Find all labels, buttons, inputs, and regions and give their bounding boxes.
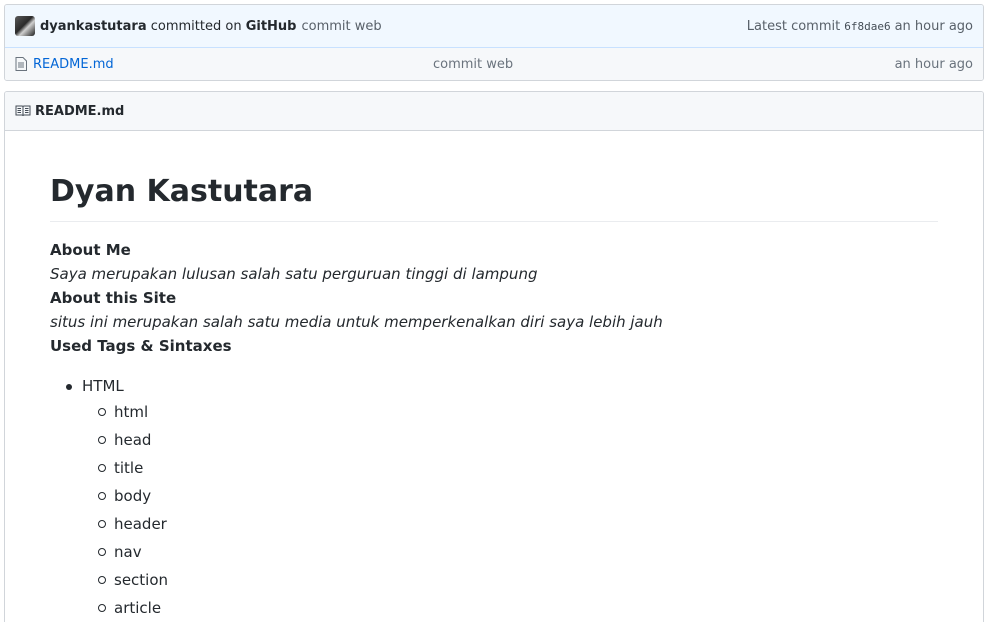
list-item: html [98, 398, 938, 426]
list-item: article [98, 594, 938, 622]
list-item: head [98, 426, 938, 454]
about-me-text: Saya merupakan lulusan salah satu pergur… [50, 264, 538, 283]
file-commit-message-link[interactable]: commit web [433, 57, 895, 72]
list-item: nav [98, 538, 938, 566]
commit-age: an hour ago [894, 18, 973, 34]
about-site-title: About this Site [50, 288, 177, 307]
file-name-link[interactable]: README.md [33, 57, 433, 72]
list-item: title [98, 454, 938, 482]
commit-sha-link[interactable]: 6f8dae6 [844, 20, 890, 33]
commit-action-text: committed on [150, 18, 242, 34]
commit-panel: dyankastutara committed on GitHub commit… [4, 4, 984, 81]
file-icon [15, 57, 27, 71]
tag-sublist: html head title body header nav section … [82, 398, 938, 622]
file-age: an hour ago [894, 56, 973, 72]
commit-platform: GitHub [245, 18, 297, 34]
avatar[interactable] [15, 16, 35, 36]
tags-list: HTML html head title body header nav sec… [50, 374, 938, 622]
latest-commit-info: Latest commit 6f8dae6 an hour ago [747, 19, 973, 34]
about-me-title: About Me [50, 240, 131, 259]
latest-commit-bar: dyankastutara committed on GitHub commit… [5, 5, 983, 48]
readme-header: README.md [5, 92, 983, 131]
commit-author-link[interactable]: dyankastutara [40, 19, 147, 34]
list-item: header [98, 510, 938, 538]
tags-title: Used Tags & Sintaxes [50, 336, 232, 355]
latest-commit-label: Latest commit [746, 18, 841, 34]
tag-group-label: HTML [82, 376, 124, 395]
list-item: body [98, 482, 938, 510]
book-icon [15, 105, 31, 117]
readme-panel: README.md Dyan Kastutara About Me Saya m… [4, 91, 984, 622]
list-item: section [98, 566, 938, 594]
readme-title: Dyan Kastutara [50, 173, 938, 222]
about-site-text: situs ini merupakan salah satu media unt… [50, 312, 663, 331]
readme-header-title: README.md [35, 103, 125, 119]
tag-group-html: HTML html head title body header nav sec… [66, 374, 938, 622]
readme-content: Dyan Kastutara About Me Saya merupakan l… [5, 131, 983, 622]
commit-message-link[interactable]: commit web [301, 19, 381, 34]
file-row: README.md commit web an hour ago [5, 48, 983, 80]
